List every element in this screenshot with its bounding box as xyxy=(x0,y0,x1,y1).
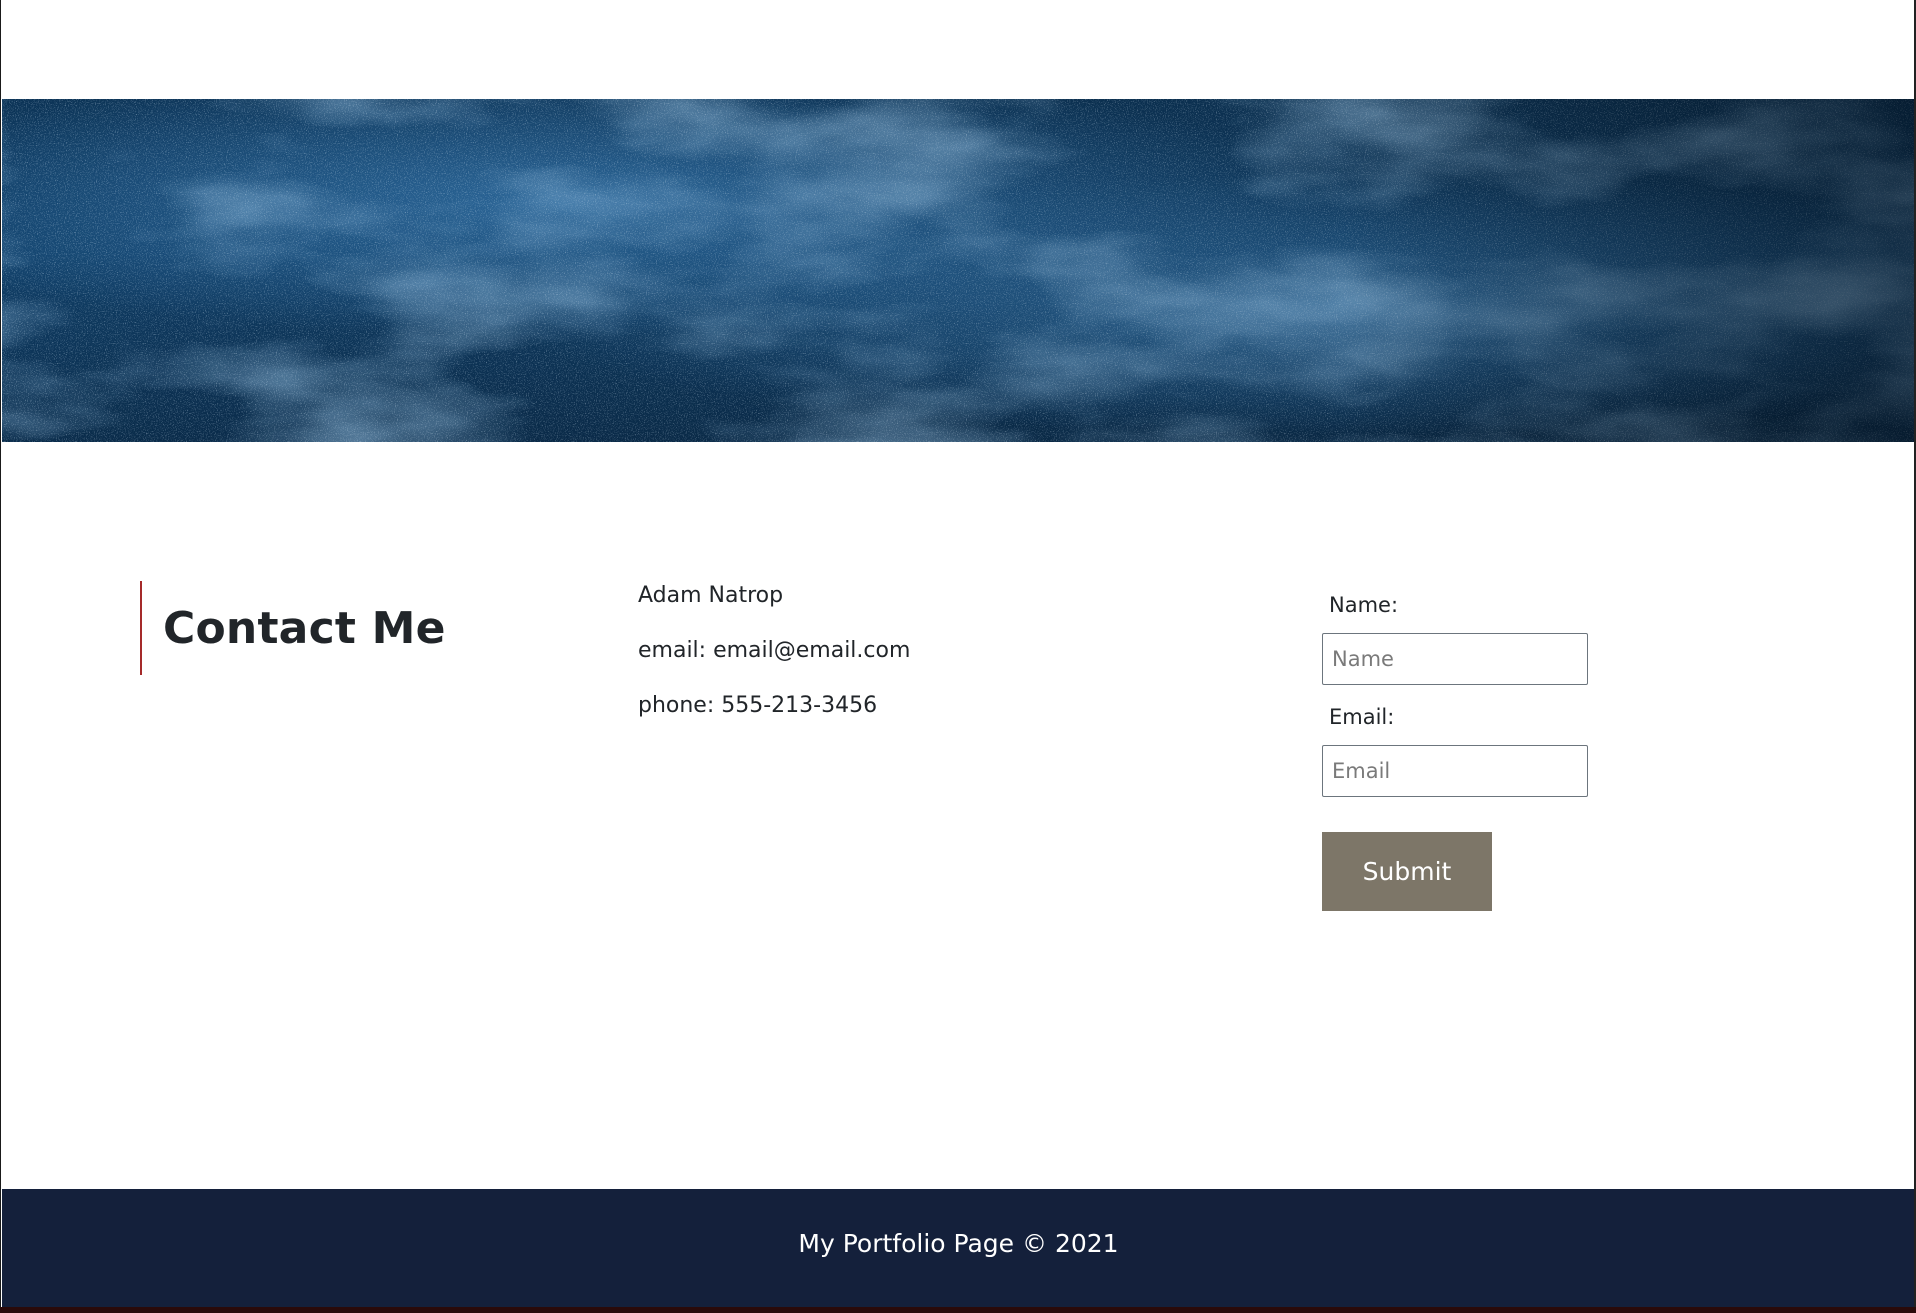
hero-banner-image xyxy=(2,99,1915,442)
contact-phone: phone: 555-213-3456 xyxy=(638,693,878,718)
footer-text: My Portfolio Page © 2021 xyxy=(798,1228,1119,1258)
name-input[interactable] xyxy=(1322,633,1588,685)
email-label: Email: xyxy=(1329,705,1395,729)
contact-name: Adam Natrop xyxy=(638,583,784,608)
page-title: Contact Me xyxy=(163,602,446,654)
page-frame: Contact Me Adam Natrop email: email@emai… xyxy=(0,0,1915,1307)
footer: My Portfolio Page © 2021 xyxy=(2,1189,1915,1307)
contact-form: Name: Email: Submit xyxy=(1322,590,1622,911)
water-texture xyxy=(2,99,1915,442)
top-bar xyxy=(1,0,1915,99)
name-label: Name: xyxy=(1329,593,1399,617)
bottom-strip xyxy=(0,1307,1916,1313)
contact-email: email: email@email.com xyxy=(638,638,911,663)
contact-info: Adam Natrop email: email@email.com phone… xyxy=(638,583,910,748)
contact-heading-block: Contact Me xyxy=(140,581,446,675)
email-input[interactable] xyxy=(1322,745,1588,797)
submit-button[interactable]: Submit xyxy=(1322,832,1492,911)
